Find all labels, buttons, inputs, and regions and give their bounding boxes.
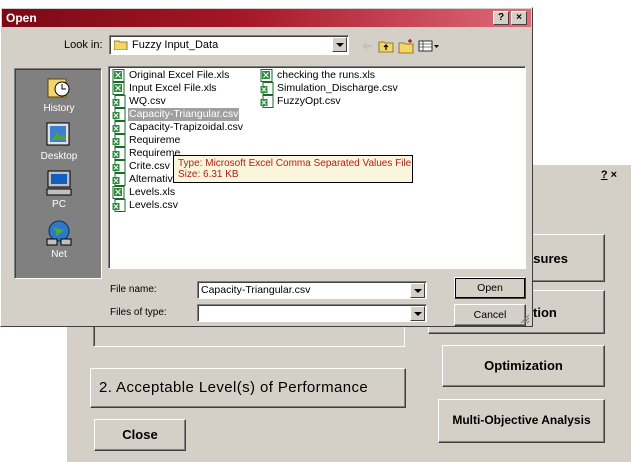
background-window-title-buttons: ? × xyxy=(601,169,617,181)
csv-file-icon xyxy=(260,95,274,108)
file-name-value: Capacity-Triangular.csv xyxy=(201,284,311,296)
acceptable-levels-button[interactable]: 2. Acceptable Level(s) of Performance xyxy=(90,368,406,408)
dialog-title: Open xyxy=(6,11,37,25)
dialog-titlebar[interactable]: Open ? × xyxy=(2,9,531,27)
excel-xls-icon xyxy=(260,69,273,82)
chevron-down-icon[interactable] xyxy=(410,306,425,321)
csv-file-icon xyxy=(112,160,126,173)
open-button[interactable]: Open xyxy=(454,277,526,299)
network-globe-icon xyxy=(46,220,72,246)
pc-label: PC xyxy=(52,199,66,210)
background-help-button[interactable]: ? xyxy=(601,169,608,181)
excel-xls-icon xyxy=(112,82,125,95)
files-of-type-dropdown[interactable] xyxy=(197,304,427,322)
open-dialog: Open ? × Look in: Fuzzy Input_Data Histo… xyxy=(0,7,533,327)
desktop-icon xyxy=(46,122,70,146)
file-name: Levels.xls xyxy=(129,186,176,198)
csv-file-icon xyxy=(112,121,126,134)
csv-file-icon xyxy=(112,199,126,212)
background-close-button[interactable]: × xyxy=(611,169,617,181)
up-folder-icon[interactable] xyxy=(378,38,394,54)
csv-file-icon xyxy=(112,147,126,160)
file-name: Input Excel File.xls xyxy=(129,82,217,94)
file-name: Capacity-Trapizoidal.csv xyxy=(129,121,243,133)
close-dialog-button[interactable]: × xyxy=(511,11,527,25)
new-folder-icon[interactable] xyxy=(398,38,414,54)
cancel-button[interactable]: Cancel xyxy=(454,304,526,326)
file-name: Levels.csv xyxy=(129,199,179,211)
place-history[interactable]: History xyxy=(15,75,103,114)
excel-xls-icon xyxy=(112,186,125,199)
computer-icon xyxy=(46,170,72,196)
tooltip-type: Type: Microsoft Excel Comma Separated Va… xyxy=(178,158,412,169)
close-button[interactable]: Close xyxy=(94,419,186,451)
look-in-dropdown[interactable]: Fuzzy Input_Data xyxy=(109,35,349,55)
history-label: History xyxy=(43,103,75,114)
desktop-label: Desktop xyxy=(40,151,78,162)
chevron-down-icon[interactable] xyxy=(410,283,425,298)
chevron-down-icon[interactable] xyxy=(332,37,347,52)
resize-grip-icon[interactable] xyxy=(520,314,530,324)
places-bar: History Desktop PC Net xyxy=(14,68,102,279)
csv-file-icon xyxy=(112,134,126,147)
optimization-button[interactable]: Optimization xyxy=(442,345,605,387)
csv-file-icon xyxy=(112,173,126,186)
place-net[interactable]: Net xyxy=(15,219,103,260)
help-button[interactable]: ? xyxy=(493,11,509,25)
file-name: Requireme xyxy=(129,134,181,146)
file-name: Capacity-Triangular.csv xyxy=(128,108,240,121)
file-name: Crite.csv xyxy=(129,160,170,172)
look-in-value: Fuzzy Input_Data xyxy=(132,39,219,51)
history-icon xyxy=(47,78,70,98)
file-name: WQ.csv xyxy=(129,95,166,107)
back-arrow-icon[interactable] xyxy=(359,38,375,54)
net-label: Net xyxy=(51,249,67,260)
csv-file-icon xyxy=(112,95,126,108)
excel-xls-icon xyxy=(112,69,125,82)
tooltip-size: Size: 6.31 KB xyxy=(178,169,239,180)
place-desktop[interactable]: Desktop xyxy=(15,121,103,162)
place-pc[interactable]: PC xyxy=(15,169,103,210)
view-menu-icon[interactable] xyxy=(418,38,440,54)
file-info-tooltip: Type: Microsoft Excel Comma Separated Va… xyxy=(173,155,413,183)
files-of-type-label: Files of type: xyxy=(110,307,167,318)
csv-file-icon xyxy=(112,108,126,121)
file-name-field[interactable]: Capacity-Triangular.csv xyxy=(197,281,427,299)
file-name: FuzzyOpt.csv xyxy=(277,95,341,107)
look-in-label: Look in: xyxy=(64,39,103,51)
csv-file-icon xyxy=(260,82,274,95)
multi-objective-analysis-button[interactable]: Multi-Objective Analysis xyxy=(438,399,605,443)
folder-icon xyxy=(114,40,128,50)
file-name: Original Excel File.xls xyxy=(129,69,230,81)
file-name: checking the runs.xls xyxy=(277,69,376,81)
file-name: Simulation_Discharge.csv xyxy=(277,82,398,94)
file-name-label: File name: xyxy=(110,284,157,295)
